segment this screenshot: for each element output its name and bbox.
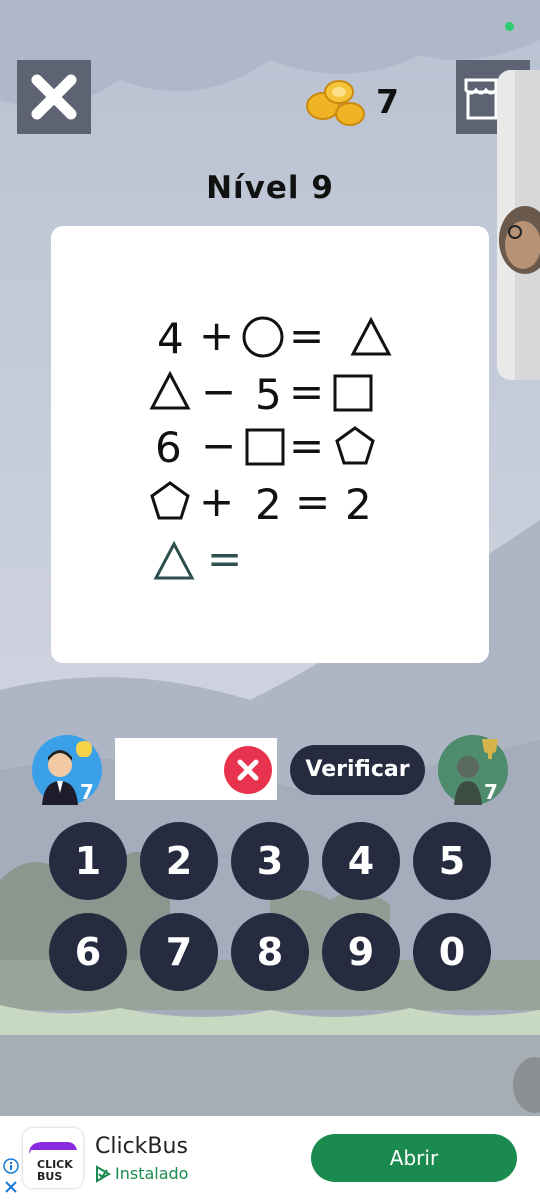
installed-icon [96, 1165, 111, 1183]
puzzle-card: 4 + = − 5 = 6 − = + 2 = 2 = [51, 226, 489, 663]
puzzle-l5-eq: = [207, 534, 242, 583]
key-8[interactable]: 8 [231, 913, 309, 991]
video-overlay[interactable] [497, 70, 540, 380]
puzzle-l3-num: 6 [155, 423, 182, 472]
trophy-count: 7 [484, 780, 498, 804]
ad-open-button[interactable]: Abrir [311, 1134, 517, 1182]
video-thumbnail [497, 70, 540, 380]
key-7[interactable]: 7 [140, 913, 218, 991]
clear-x-icon [237, 759, 259, 781]
puzzle-l4-op: + [199, 477, 234, 526]
key-0[interactable]: 0 [413, 913, 491, 991]
pentagon-shape [335, 426, 375, 465]
puzzle-l2-eq: = [289, 367, 324, 416]
puzzle-l1-num: 4 [157, 314, 184, 363]
level-title: Nível 9 [206, 170, 334, 206]
key-6[interactable]: 6 [49, 913, 127, 991]
clickbus-logo-icon: CLICK BUS [23, 1138, 83, 1188]
puzzle-l2-op: − [201, 367, 236, 416]
puzzle-l4-result: 2 [345, 480, 372, 529]
ad-banner[interactable]: CLICK BUS ClickBus Instalado Abrir [0, 1116, 540, 1200]
verify-button[interactable]: Verificar [290, 745, 425, 795]
ad-logo-text-2: BUS [37, 1170, 62, 1183]
ad-app-name[interactable]: ClickBus [95, 1134, 188, 1159]
ad-install-status: Instalado [115, 1164, 189, 1183]
ad-close-icon[interactable] [4, 1180, 18, 1194]
puzzle-l3-op: − [201, 421, 236, 470]
square-shape [333, 374, 373, 412]
triangle-shape [153, 540, 195, 580]
key-3[interactable]: 3 [231, 822, 309, 900]
key-4[interactable]: 4 [322, 822, 400, 900]
triangle-shape [149, 370, 191, 410]
close-x-icon [31, 74, 77, 120]
puzzle-l1-op: + [199, 311, 234, 360]
circle-shape [242, 316, 284, 358]
status-indicator [505, 22, 514, 31]
coin-count: 7 [376, 82, 399, 121]
puzzle-l4-num: 2 [255, 480, 282, 529]
ad-app-logo[interactable]: CLICK BUS [23, 1128, 83, 1188]
clear-answer-button[interactable] [224, 746, 272, 794]
triangle-shape [350, 316, 392, 356]
puzzle-l1-eq: = [289, 311, 324, 360]
coins-icon [306, 80, 365, 126]
hint-count: 7 [80, 780, 94, 804]
puzzle-l2-num: 5 [255, 370, 282, 419]
puzzle-image: 4 + = − 5 = 6 − = + 2 = 2 = [149, 311, 392, 583]
puzzle-l4-eq: = [295, 477, 330, 526]
square-shape [245, 428, 285, 466]
key-2[interactable]: 2 [140, 822, 218, 900]
puzzle-l3-eq: = [289, 421, 324, 470]
close-button[interactable] [17, 60, 91, 134]
key-5[interactable]: 5 [413, 822, 491, 900]
key-1[interactable]: 1 [49, 822, 127, 900]
info-icon[interactable] [3, 1158, 19, 1174]
key-9[interactable]: 9 [322, 913, 400, 991]
pentagon-shape [150, 481, 190, 520]
